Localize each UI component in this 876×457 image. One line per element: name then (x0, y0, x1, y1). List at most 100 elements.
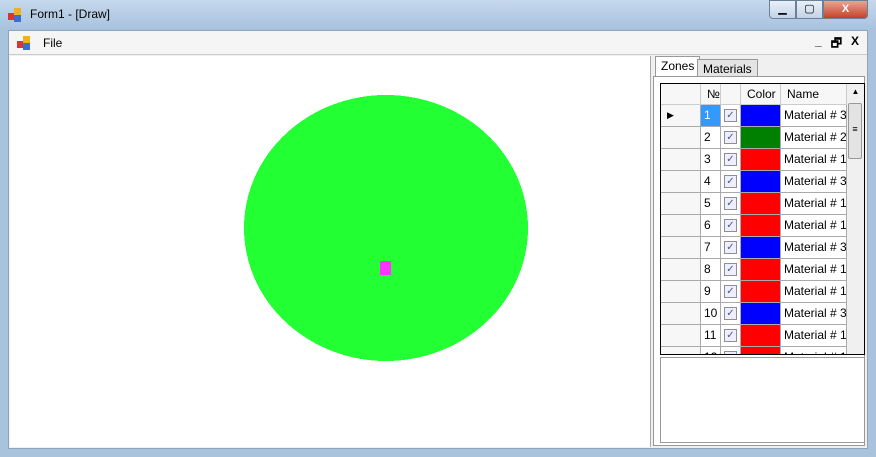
maximize-button[interactable]: ▢ (796, 0, 823, 19)
cell-name[interactable]: Material # 3 (781, 303, 847, 325)
cell-color[interactable] (741, 303, 781, 325)
cell-num[interactable]: 3 (701, 149, 721, 171)
cell-check[interactable]: ✓ (721, 127, 741, 149)
tab-zones[interactable]: Zones (655, 56, 701, 76)
cell-check[interactable]: ✓ (721, 281, 741, 303)
checkbox[interactable]: ✓ (724, 197, 737, 210)
cell-name[interactable]: Material # 1 (781, 347, 847, 354)
minimize-button[interactable]: ▁ (769, 0, 796, 19)
scroll-thumb[interactable]: ≡ (848, 103, 862, 159)
cell-check[interactable]: ✓ (721, 171, 741, 193)
cell-num[interactable]: 5 (701, 193, 721, 215)
cell-color[interactable] (741, 281, 781, 303)
cell-name[interactable]: Material # 1 (781, 325, 847, 347)
column-header-num[interactable]: № (701, 84, 721, 104)
table-row[interactable]: 6 ✓ Material # 1 (661, 215, 847, 237)
zone-shape[interactable] (244, 95, 528, 361)
cell-num[interactable]: 8 (701, 259, 721, 281)
cell-name[interactable]: Material # 1 (781, 149, 847, 171)
mdi-restore-button[interactable]: 🗗 (831, 34, 842, 55)
checkbox[interactable]: ✓ (724, 351, 737, 354)
cell-color[interactable] (741, 215, 781, 237)
cell-num[interactable]: 1 (701, 105, 721, 127)
cell-num[interactable]: 10 (701, 303, 721, 325)
cell-check[interactable]: ✓ (721, 259, 741, 281)
cell-name[interactable]: Material # 3 (781, 171, 847, 193)
cell-num[interactable]: 6 (701, 215, 721, 237)
cell-color[interactable] (741, 193, 781, 215)
cell-num[interactable]: 12 (701, 347, 721, 354)
cell-color[interactable] (741, 347, 781, 354)
table-row[interactable]: 9 ✓ Material # 1 (661, 281, 847, 303)
cell-num[interactable]: 4 (701, 171, 721, 193)
row-header[interactable]: ▶ (661, 105, 701, 127)
checkbox[interactable]: ✓ (724, 175, 737, 188)
table-row[interactable]: 11 ✓ Material # 1 (661, 325, 847, 347)
checkbox[interactable]: ✓ (724, 131, 737, 144)
table-row[interactable]: 7 ✓ Material # 3 (661, 237, 847, 259)
cell-name[interactable]: Material # 2 (781, 127, 847, 149)
mdi-close-button[interactable]: X (851, 34, 859, 55)
row-header[interactable] (661, 149, 701, 171)
row-header[interactable] (661, 127, 701, 149)
row-header[interactable] (661, 303, 701, 325)
column-header-name[interactable]: Name (781, 84, 847, 104)
cell-name[interactable]: Material # 1 (781, 281, 847, 303)
column-header-check[interactable] (721, 84, 741, 104)
checkbox[interactable]: ✓ (724, 219, 737, 232)
cell-check[interactable]: ✓ (721, 325, 741, 347)
checkbox[interactable]: ✓ (724, 285, 737, 298)
cell-check[interactable]: ✓ (721, 149, 741, 171)
cell-name[interactable]: Material # 3 (781, 237, 847, 259)
cell-check[interactable]: ✓ (721, 237, 741, 259)
cell-check[interactable]: ✓ (721, 347, 741, 354)
row-header[interactable] (661, 171, 701, 193)
table-row[interactable]: 12 ✓ Material # 1 (661, 347, 847, 354)
drawing-canvas[interactable] (10, 56, 651, 447)
cell-color[interactable] (741, 105, 781, 127)
cell-name[interactable]: Material # 3 (781, 105, 847, 127)
cell-color[interactable] (741, 325, 781, 347)
table-row[interactable]: 2 ✓ Material # 2 (661, 127, 847, 149)
cell-num[interactable]: 2 (701, 127, 721, 149)
row-header[interactable] (661, 237, 701, 259)
row-header[interactable] (661, 215, 701, 237)
cell-check[interactable]: ✓ (721, 105, 741, 127)
cell-color[interactable] (741, 171, 781, 193)
menu-file[interactable]: File (43, 36, 62, 50)
checkbox[interactable]: ✓ (724, 241, 737, 254)
table-row[interactable]: 3 ✓ Material # 1 (661, 149, 847, 171)
checkbox[interactable]: ✓ (724, 153, 737, 166)
tab-materials[interactable]: Materials (697, 59, 758, 77)
row-header[interactable] (661, 193, 701, 215)
info-textbox[interactable] (660, 357, 865, 443)
table-row[interactable]: 5 ✓ Material # 1 (661, 193, 847, 215)
cell-check[interactable]: ✓ (721, 303, 741, 325)
cell-num[interactable]: 7 (701, 237, 721, 259)
row-header[interactable] (661, 325, 701, 347)
cell-check[interactable]: ✓ (721, 215, 741, 237)
center-marker[interactable] (380, 261, 391, 275)
mdi-minimize-button[interactable]: _ (815, 34, 822, 55)
table-row[interactable]: ▶ 1 ✓ Material # 3 (661, 105, 847, 127)
child-icon[interactable] (17, 36, 31, 50)
table-row[interactable]: 8 ✓ Material # 1 (661, 259, 847, 281)
cell-color[interactable] (741, 149, 781, 171)
grid-scrollbar[interactable]: ▲ ≡ (847, 84, 864, 354)
cell-num[interactable]: 9 (701, 281, 721, 303)
column-header-color[interactable]: Color (741, 84, 781, 104)
cell-name[interactable]: Material # 1 (781, 259, 847, 281)
row-header[interactable] (661, 281, 701, 303)
cell-num[interactable]: 11 (701, 325, 721, 347)
row-header[interactable] (661, 259, 701, 281)
close-button[interactable]: X (823, 0, 868, 19)
scroll-up-icon[interactable]: ▲ (847, 84, 864, 100)
cell-color[interactable] (741, 259, 781, 281)
cell-check[interactable]: ✓ (721, 193, 741, 215)
checkbox[interactable]: ✓ (724, 109, 737, 122)
checkbox[interactable]: ✓ (724, 329, 737, 342)
table-row[interactable]: 4 ✓ Material # 3 (661, 171, 847, 193)
cell-color[interactable] (741, 127, 781, 149)
checkbox[interactable]: ✓ (724, 263, 737, 276)
cell-name[interactable]: Material # 1 (781, 193, 847, 215)
